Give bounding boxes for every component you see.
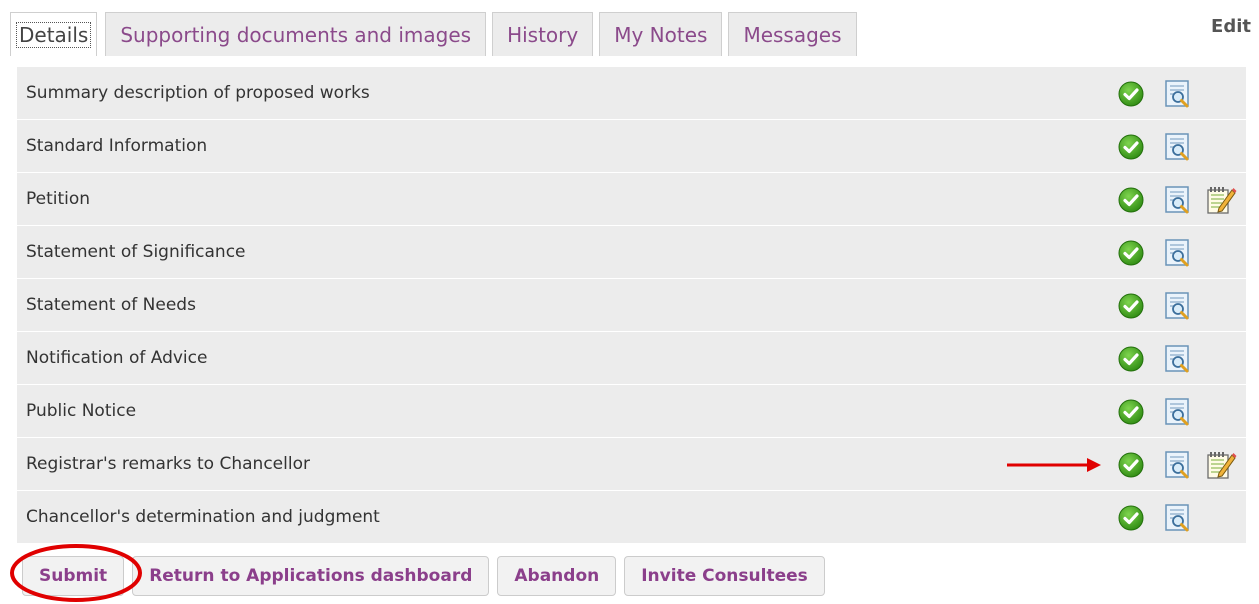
section-row: Public Notice [17, 385, 1246, 438]
view-document-icon[interactable] [1164, 344, 1192, 374]
view-document-icon[interactable] [1164, 132, 1192, 162]
view-document-icon[interactable] [1164, 79, 1192, 109]
check-circle-icon [1118, 452, 1144, 478]
tab-messages[interactable]: Messages [728, 12, 857, 56]
tab-bar: Details Supporting documents and images … [10, 10, 863, 56]
edit-link[interactable]: Edit [1211, 16, 1251, 37]
view-document-icon[interactable] [1164, 238, 1192, 268]
invite-consultees-button[interactable]: Invite Consultees [624, 556, 825, 596]
check-circle-icon [1118, 134, 1144, 160]
view-document-icon[interactable] [1164, 397, 1192, 427]
section-row-label: Chancellor's determination and judgment [26, 507, 380, 527]
section-row-label: Petition [26, 189, 91, 209]
section-list: Summary description of proposed works Sta… [17, 67, 1246, 544]
section-row: Petition [17, 173, 1246, 226]
section-row-label: Statement of Significance [26, 242, 246, 262]
edit-notepad-icon[interactable] [1205, 449, 1237, 481]
check-circle-icon [1118, 293, 1144, 319]
view-document-icon[interactable] [1164, 503, 1192, 533]
check-circle-icon [1118, 346, 1144, 372]
check-circle-icon [1118, 187, 1144, 213]
tab-history[interactable]: History [492, 12, 594, 56]
section-row: Statement of Significance [17, 226, 1246, 279]
section-row-label: Statement of Needs [26, 295, 196, 315]
return-to-dashboard-button[interactable]: Return to Applications dashboard [132, 556, 490, 596]
tab-supporting-documents[interactable]: Supporting documents and images [105, 12, 487, 56]
section-row: Statement of Needs [17, 279, 1246, 332]
check-circle-icon [1118, 399, 1144, 425]
view-document-icon[interactable] [1164, 291, 1192, 321]
tab-details[interactable]: Details [10, 12, 98, 56]
section-row: Chancellor's determination and judgment [17, 491, 1246, 544]
section-row: Standard Information [17, 120, 1246, 173]
section-row-label: Registrar's remarks to Chancellor [26, 454, 310, 474]
abandon-button[interactable]: Abandon [497, 556, 617, 596]
section-row-label: Public Notice [26, 401, 137, 421]
view-document-icon[interactable] [1164, 450, 1192, 480]
section-row-label: Standard Information [26, 136, 208, 156]
highlight-circle-annotation [10, 544, 142, 602]
section-row-label: Summary description of proposed works [26, 83, 370, 103]
red-arrow-annotation [1007, 456, 1102, 474]
section-row: Registrar's remarks to Chancellor [17, 438, 1246, 491]
check-circle-icon [1118, 505, 1144, 531]
edit-notepad-icon[interactable] [1205, 184, 1237, 216]
check-circle-icon [1118, 240, 1144, 266]
tab-my-notes[interactable]: My Notes [599, 12, 723, 56]
section-row-label: Notification of Advice [26, 348, 208, 368]
check-circle-icon [1118, 81, 1144, 107]
section-row: Summary description of proposed works [17, 67, 1246, 120]
view-document-icon[interactable] [1164, 185, 1192, 215]
section-row: Notification of Advice [17, 332, 1246, 385]
tab-details-label: Details [16, 21, 92, 48]
